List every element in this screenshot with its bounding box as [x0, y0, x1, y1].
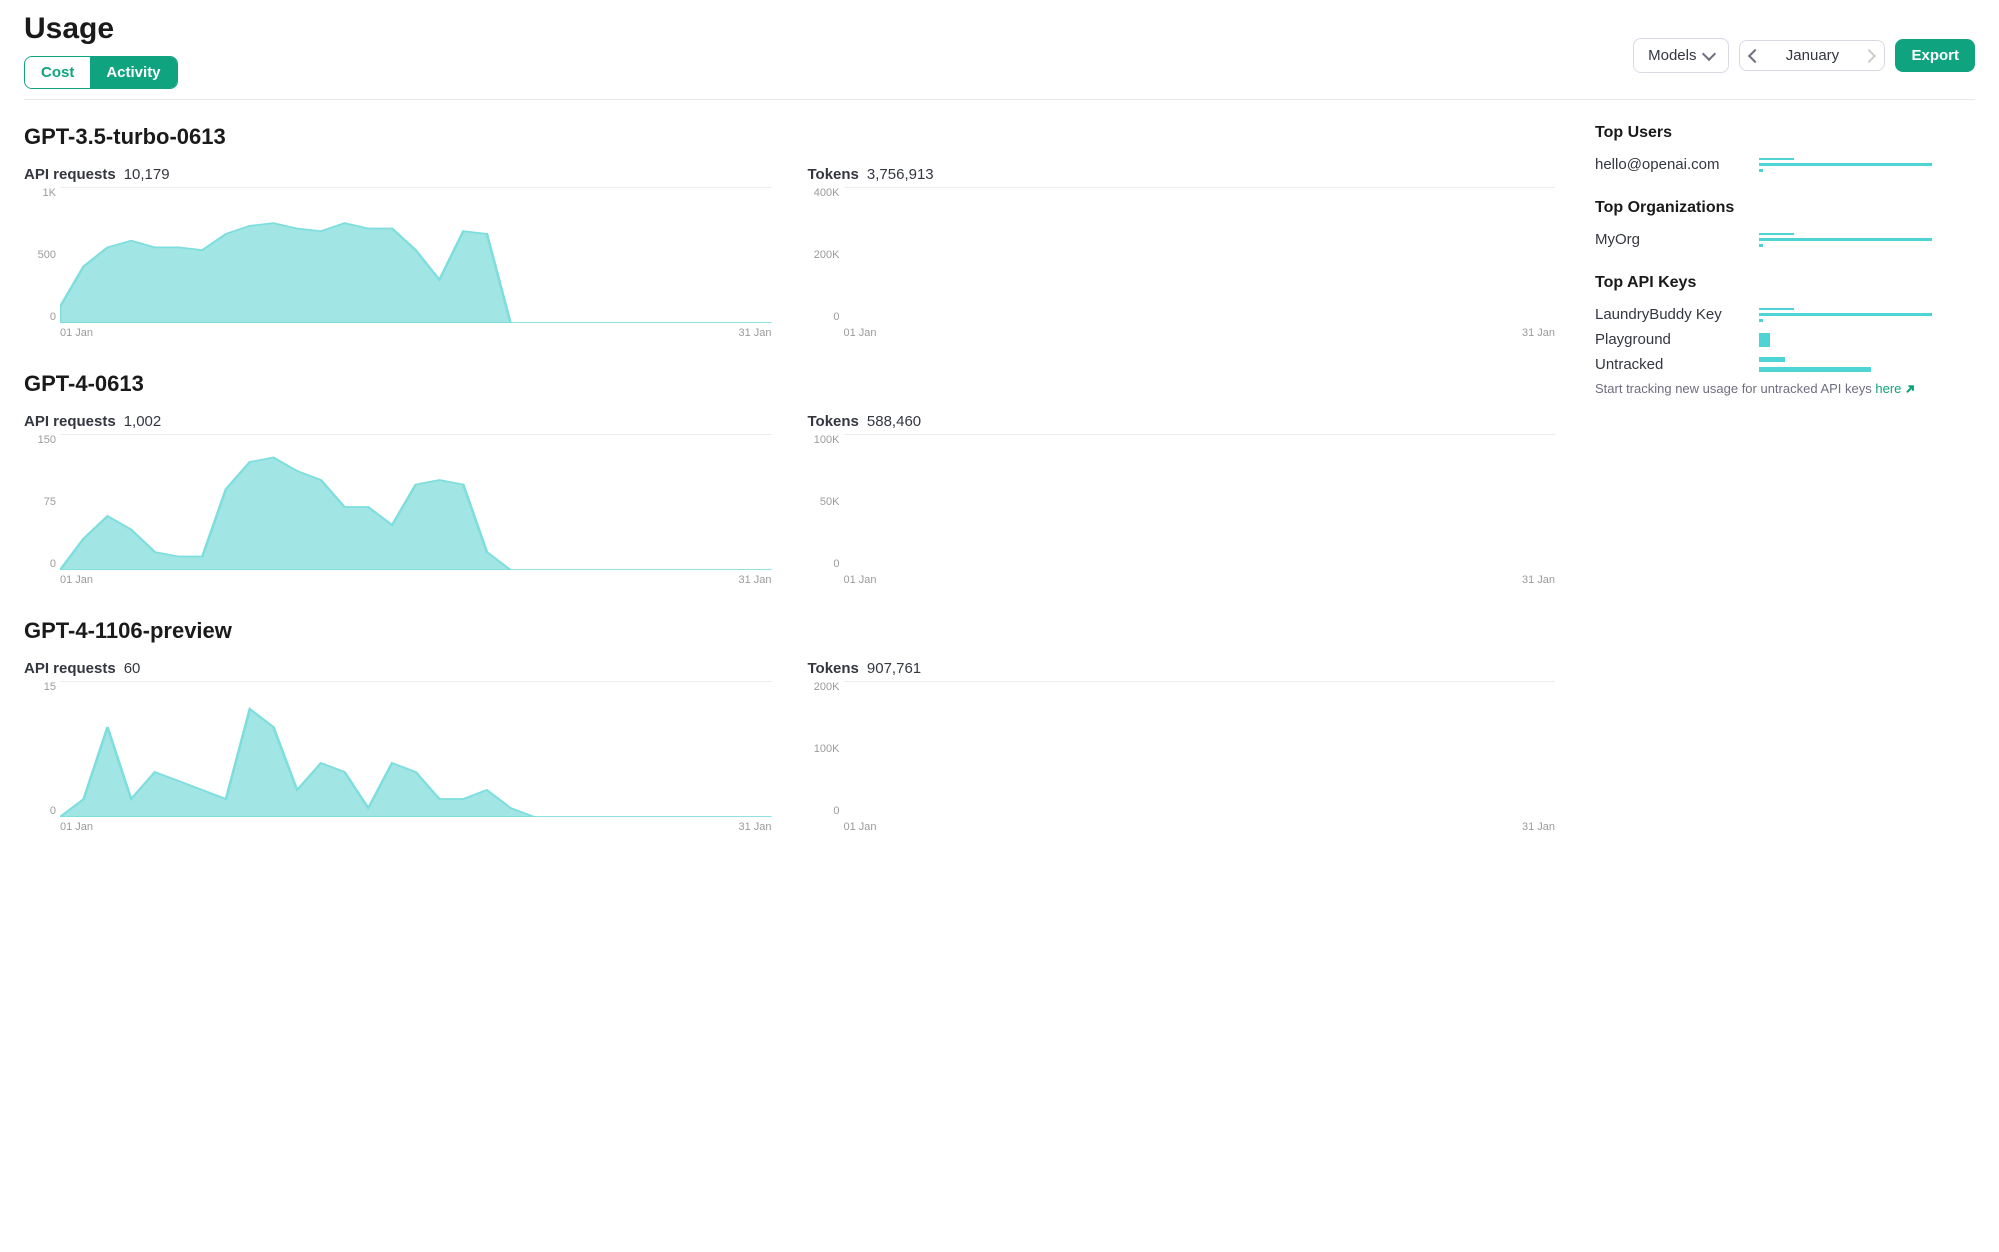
- chart-title: Tokens: [808, 166, 859, 183]
- month-navigator: January: [1739, 40, 1885, 71]
- view-tabs: Cost Activity: [24, 56, 178, 89]
- model-title: GPT-3.5-turbo-0613: [24, 124, 1555, 150]
- top-users-title: Top Users: [1595, 124, 1975, 142]
- export-button[interactable]: Export: [1895, 39, 1975, 72]
- top-org-row[interactable]: MyOrg: [1595, 231, 1975, 248]
- tokens-chart: Tokens3,756,913400K200K001 Jan31 Jan: [808, 166, 1556, 337]
- tokens-chart: Tokens588,460100K50K001 Jan31 Jan: [808, 413, 1556, 584]
- chart-total: 60: [124, 660, 141, 677]
- models-dropdown[interactable]: Models: [1633, 38, 1729, 73]
- requests-chart: API requests1,00215075001 Jan31 Jan: [24, 413, 772, 584]
- chart-total: 907,761: [867, 660, 921, 677]
- top-user-label: hello@openai.com: [1595, 156, 1745, 173]
- top-key-bar: [1759, 308, 1975, 322]
- top-org-label: MyOrg: [1595, 231, 1745, 248]
- model-title: GPT-4-0613: [24, 371, 1555, 397]
- tokens-chart: Tokens907,761200K100K001 Jan31 Jan: [808, 660, 1556, 831]
- chevron-down-icon: [1702, 46, 1716, 60]
- top-key-row[interactable]: Playground: [1595, 331, 1975, 348]
- chart-total: 3,756,913: [867, 166, 934, 183]
- chart-total: 10,179: [124, 166, 170, 183]
- chart-total: 588,460: [867, 413, 921, 430]
- chart-title: API requests: [24, 660, 116, 677]
- prev-month-button[interactable]: [1748, 48, 1762, 62]
- top-key-bar: [1759, 333, 1975, 347]
- top-key-label: LaundryBuddy Key: [1595, 306, 1745, 323]
- top-key-bar: [1759, 358, 1975, 372]
- model-list: GPT-3.5-turbo-0613API requests10,1791K50…: [24, 124, 1555, 865]
- model-section: GPT-4-1106-previewAPI requests6015001 Ja…: [24, 618, 1555, 831]
- top-key-label: Playground: [1595, 331, 1745, 348]
- model-title: GPT-4-1106-preview: [24, 618, 1555, 644]
- chart-total: 1,002: [124, 413, 162, 430]
- chart-title: Tokens: [808, 413, 859, 430]
- tab-cost[interactable]: Cost: [25, 57, 90, 88]
- month-label: January: [1778, 47, 1846, 64]
- chart-title: Tokens: [808, 660, 859, 677]
- sidebar: Top Users hello@openai.com Top Organizat…: [1595, 124, 1975, 865]
- top-user-bar: [1759, 158, 1975, 172]
- top-orgs-title: Top Organizations: [1595, 199, 1975, 217]
- page-title: Usage: [24, 12, 178, 46]
- top-keys-title: Top API Keys: [1595, 274, 1975, 292]
- top-user-row[interactable]: hello@openai.com: [1595, 156, 1975, 173]
- model-section: GPT-3.5-turbo-0613API requests10,1791K50…: [24, 124, 1555, 337]
- chart-title: API requests: [24, 413, 116, 430]
- top-key-label: Untracked: [1595, 356, 1745, 373]
- model-section: GPT-4-0613API requests1,00215075001 Jan3…: [24, 371, 1555, 584]
- top-org-bar: [1759, 233, 1975, 247]
- top-key-row[interactable]: Untracked: [1595, 356, 1975, 373]
- top-orgs-block: Top Organizations MyOrg: [1595, 199, 1975, 248]
- requests-chart: API requests10,1791K500001 Jan31 Jan: [24, 166, 772, 337]
- top-key-row[interactable]: LaundryBuddy Key: [1595, 306, 1975, 323]
- next-month-button[interactable]: [1862, 48, 1876, 62]
- top-users-block: Top Users hello@openai.com: [1595, 124, 1975, 173]
- untracked-link[interactable]: here ➜: [1875, 381, 1916, 396]
- external-link-icon: ➜: [1901, 379, 1920, 398]
- chart-title: API requests: [24, 166, 116, 183]
- models-dropdown-label: Models: [1648, 47, 1696, 64]
- untracked-hint: Start tracking new usage for untracked A…: [1595, 381, 1975, 397]
- requests-chart: API requests6015001 Jan31 Jan: [24, 660, 772, 831]
- tab-activity[interactable]: Activity: [90, 57, 176, 88]
- top-keys-block: Top API Keys LaundryBuddy Key Playground U…: [1595, 274, 1975, 397]
